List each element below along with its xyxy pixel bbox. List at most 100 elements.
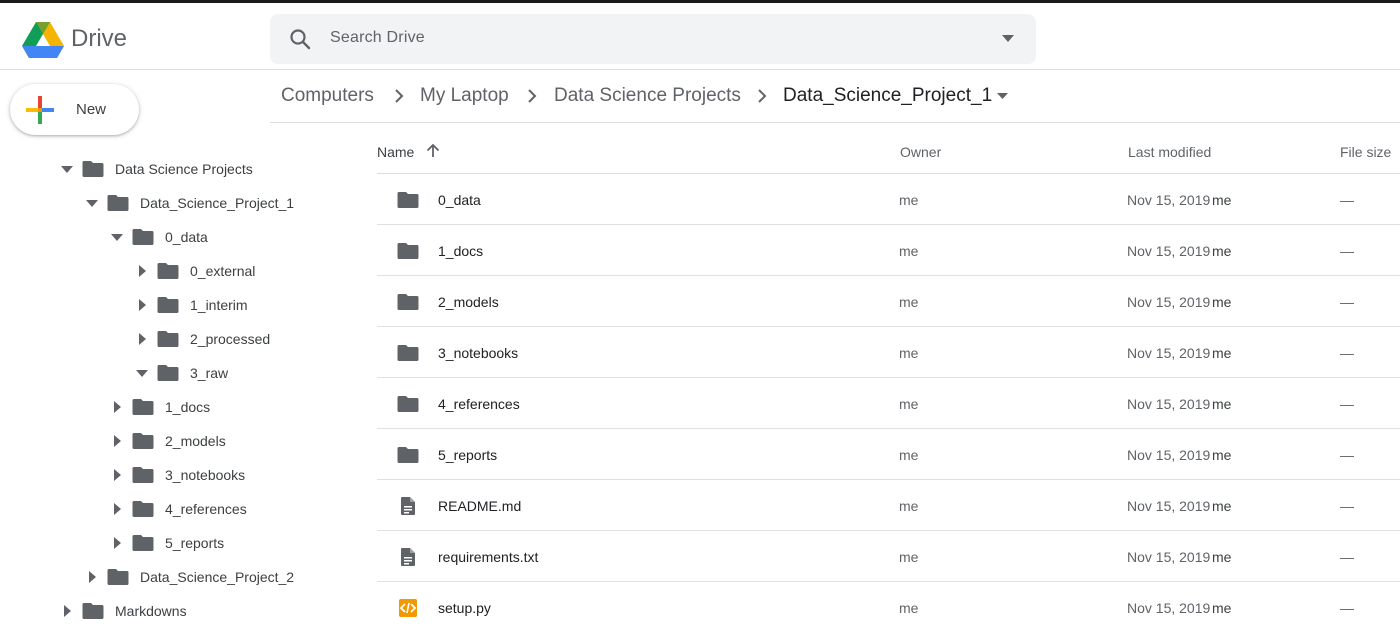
folder-icon bbox=[397, 190, 419, 210]
file-row[interactable]: requirements.txt me Nov 15, 2019 me — bbox=[377, 531, 1400, 582]
tree-item-label: 5_reports bbox=[165, 535, 225, 551]
folder-icon bbox=[157, 330, 179, 348]
file-name: 0_data bbox=[438, 192, 481, 208]
caret-right-icon[interactable] bbox=[132, 329, 152, 349]
tree-item[interactable]: 0_external bbox=[132, 256, 255, 286]
file-row[interactable]: 5_reports me Nov 15, 2019 me — bbox=[377, 429, 1400, 480]
folder-icon bbox=[157, 262, 179, 280]
folder-icon bbox=[82, 160, 104, 178]
code-file-icon bbox=[397, 598, 419, 618]
tree-item-label: 0_data bbox=[165, 229, 208, 245]
caret-down-icon[interactable] bbox=[82, 193, 102, 213]
tree-item-label: 2_processed bbox=[190, 331, 271, 347]
file-name: 4_references bbox=[438, 396, 520, 412]
document-icon bbox=[397, 547, 419, 567]
tree-item[interactable]: Markdowns bbox=[57, 596, 187, 626]
file-modified-date: Nov 15, 2019 bbox=[1127, 498, 1211, 514]
tree-item[interactable]: 3_raw bbox=[132, 358, 228, 388]
file-row[interactable]: 4_references me Nov 15, 2019 me — bbox=[377, 378, 1400, 429]
arrow-up-icon[interactable] bbox=[426, 143, 440, 158]
new-button[interactable]: New bbox=[10, 84, 139, 135]
folder-icon bbox=[397, 445, 419, 465]
tree-item[interactable]: 5_reports bbox=[107, 528, 224, 558]
tree-item-label: 3_notebooks bbox=[165, 467, 246, 483]
breadcrumb-item-my-laptop[interactable]: My Laptop bbox=[420, 85, 509, 107]
column-header-name[interactable]: Name bbox=[377, 144, 414, 160]
file-owner: me bbox=[899, 396, 919, 412]
folder-icon bbox=[397, 241, 419, 261]
caret-down-icon[interactable] bbox=[132, 363, 152, 383]
file-owner: me bbox=[899, 294, 919, 310]
tree-item-label: 0_external bbox=[190, 263, 256, 279]
breadcrumb-item-data-science-projects[interactable]: Data Science Projects bbox=[554, 85, 741, 107]
tree-item[interactable]: 2_models bbox=[107, 426, 226, 456]
file-modified-by: me bbox=[1212, 600, 1232, 616]
file-list-header: Name Owner Last modified File size bbox=[377, 124, 1400, 174]
chevron-right-icon bbox=[758, 89, 767, 103]
folder-icon bbox=[157, 296, 179, 314]
folder-icon bbox=[132, 432, 154, 450]
search-options-icon[interactable] bbox=[1002, 35, 1014, 43]
tree-item-label: Data_Science_Project_2 bbox=[140, 569, 295, 585]
tree-item[interactable]: 1_docs bbox=[107, 392, 210, 422]
caret-right-icon[interactable] bbox=[107, 431, 127, 451]
caret-right-icon[interactable] bbox=[57, 601, 77, 621]
column-header-file-size[interactable]: File size bbox=[1340, 144, 1391, 160]
tree-item[interactable]: 1_interim bbox=[132, 290, 248, 320]
folder-icon bbox=[132, 466, 154, 484]
drive-logo-icon[interactable] bbox=[22, 22, 64, 58]
tree-item-label: Data_Science_Project_1 bbox=[140, 195, 295, 211]
file-name: README.md bbox=[438, 498, 522, 514]
file-row[interactable]: setup.py me Nov 15, 2019 me — bbox=[377, 582, 1400, 629]
file-modified-by: me bbox=[1212, 447, 1232, 463]
chevron-right-icon bbox=[395, 89, 404, 103]
tree-item[interactable]: 2_processed bbox=[132, 324, 270, 354]
file-owner: me bbox=[899, 600, 919, 616]
tree-item-label: 1_docs bbox=[165, 399, 211, 415]
search-bar[interactable]: Search Drive bbox=[270, 14, 1036, 64]
file-modified-by: me bbox=[1212, 498, 1232, 514]
tree-item[interactable]: Data_Science_Project_2 bbox=[82, 562, 294, 592]
tree-item[interactable]: 3_notebooks bbox=[107, 460, 245, 490]
caret-down-icon[interactable] bbox=[57, 159, 77, 179]
new-button-label: New bbox=[76, 101, 107, 118]
folder-icon bbox=[107, 194, 129, 212]
file-row[interactable]: 3_notebooks me Nov 15, 2019 me — bbox=[377, 327, 1400, 378]
caret-right-icon[interactable] bbox=[132, 295, 152, 315]
tree-item-label: 3_raw bbox=[190, 365, 229, 381]
tree-item-label: Data Science Projects bbox=[115, 161, 253, 177]
column-header-owner[interactable]: Owner bbox=[900, 144, 941, 160]
file-size: — bbox=[1340, 498, 1354, 514]
caret-right-icon[interactable] bbox=[82, 567, 102, 587]
caret-right-icon[interactable] bbox=[107, 533, 127, 553]
file-row[interactable]: README.md me Nov 15, 2019 me — bbox=[377, 480, 1400, 531]
app-brand[interactable]: Drive bbox=[71, 25, 127, 53]
file-modified-by: me bbox=[1212, 192, 1232, 208]
search-icon[interactable] bbox=[288, 27, 312, 51]
file-size: — bbox=[1340, 294, 1354, 310]
caret-right-icon[interactable] bbox=[132, 261, 152, 281]
file-row[interactable]: 1_docs me Nov 15, 2019 me — bbox=[377, 225, 1400, 276]
tree-item-label: 1_interim bbox=[190, 297, 248, 313]
caret-down-icon[interactable] bbox=[107, 227, 127, 247]
tree-item[interactable]: 0_data bbox=[107, 222, 208, 252]
folder-icon bbox=[397, 292, 419, 312]
tree-item[interactable]: Data_Science_Project_1 bbox=[82, 188, 294, 218]
file-modified-date: Nov 15, 2019 bbox=[1127, 396, 1211, 412]
search-input[interactable]: Search Drive bbox=[330, 29, 425, 47]
caret-right-icon[interactable] bbox=[107, 465, 127, 485]
column-header-last-modified[interactable]: Last modified bbox=[1128, 144, 1211, 160]
file-row[interactable]: 0_data me Nov 15, 2019 me — bbox=[377, 174, 1400, 225]
tree-item[interactable]: Data Science Projects bbox=[57, 154, 253, 184]
caret-right-icon[interactable] bbox=[107, 499, 127, 519]
file-owner: me bbox=[899, 447, 919, 463]
breadcrumb-item-current[interactable]: Data_Science_Project_1 bbox=[783, 85, 992, 107]
folder-icon bbox=[132, 398, 154, 416]
document-icon bbox=[397, 496, 419, 516]
file-row[interactable]: 2_models me Nov 15, 2019 me — bbox=[377, 276, 1400, 327]
tree-item[interactable]: 4_references bbox=[107, 494, 247, 524]
breadcrumb-item-computers[interactable]: Computers bbox=[281, 85, 374, 107]
file-modified-by: me bbox=[1212, 243, 1232, 259]
caret-right-icon[interactable] bbox=[107, 397, 127, 417]
chevron-down-icon[interactable] bbox=[997, 93, 1008, 99]
